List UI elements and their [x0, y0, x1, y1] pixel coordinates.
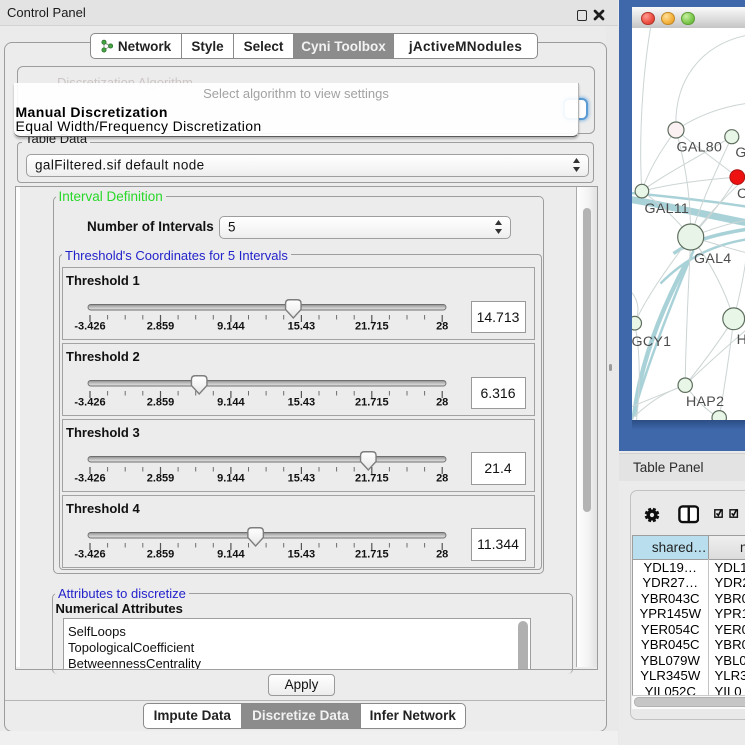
- svg-text:28: 28: [436, 548, 448, 560]
- svg-text:9.144: 9.144: [217, 548, 245, 560]
- svg-text:-3.426: -3.426: [74, 472, 105, 484]
- svg-text:GA: GA: [735, 145, 745, 161]
- svg-text:9.144: 9.144: [217, 472, 245, 484]
- svg-text:-3.426: -3.426: [74, 548, 105, 560]
- svg-text:GAL4: GAL4: [694, 251, 731, 267]
- svg-text:GAL80: GAL80: [676, 139, 722, 155]
- svg-text:2.859: 2.859: [147, 472, 175, 484]
- svg-text:GAL11: GAL11: [644, 200, 689, 216]
- svg-text:15.43: 15.43: [288, 548, 316, 560]
- svg-text:CD: CD: [737, 186, 745, 202]
- svg-text:HI: HI: [736, 332, 745, 348]
- svg-text:21.715: 21.715: [355, 472, 389, 484]
- svg-text:21.715: 21.715: [355, 321, 389, 333]
- svg-text:2.859: 2.859: [147, 548, 175, 560]
- svg-text:HAP2: HAP2: [686, 393, 724, 409]
- svg-text:15.43: 15.43: [288, 397, 316, 409]
- svg-text:9.144: 9.144: [217, 397, 245, 409]
- svg-text:28: 28: [436, 397, 448, 409]
- svg-text:GCY1: GCY1: [632, 333, 671, 349]
- svg-text:21.715: 21.715: [355, 397, 389, 409]
- svg-text:15.43: 15.43: [288, 321, 316, 333]
- svg-text:-3.426: -3.426: [74, 397, 105, 409]
- svg-text:9.144: 9.144: [217, 321, 245, 333]
- svg-text:21.715: 21.715: [355, 548, 389, 560]
- svg-text:2.859: 2.859: [147, 321, 175, 333]
- svg-text:2.859: 2.859: [147, 397, 175, 409]
- svg-text:28: 28: [436, 472, 448, 484]
- svg-text:28: 28: [436, 321, 448, 333]
- svg-text:15.43: 15.43: [288, 472, 316, 484]
- svg-text:-3.426: -3.426: [74, 321, 105, 333]
